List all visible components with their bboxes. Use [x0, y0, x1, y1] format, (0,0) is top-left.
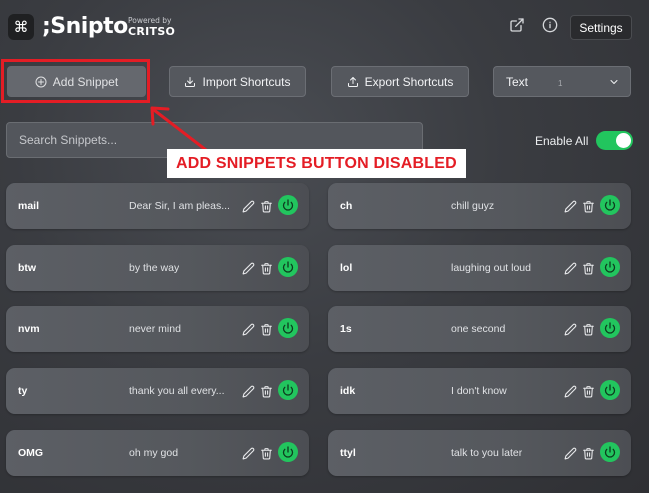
trash-icon[interactable] — [260, 383, 273, 398]
external-link-icon[interactable] — [509, 17, 525, 33]
snippet-type-count: 1 — [558, 78, 563, 88]
power-toggle-icon[interactable] — [278, 195, 298, 215]
annotation-arrow-icon — [150, 106, 208, 152]
snippet-shortcut: ch — [340, 200, 353, 212]
snippet-shortcut: idk — [340, 385, 356, 397]
trash-icon[interactable] — [582, 321, 595, 336]
snippet-text: laughing out loud — [451, 262, 531, 274]
snippet-shortcut: mail — [18, 200, 40, 212]
snippet-type-select[interactable]: Text 1 — [493, 66, 631, 97]
upload-icon — [347, 76, 358, 87]
import-shortcuts-label: Import Shortcuts — [202, 74, 291, 89]
edit-icon[interactable] — [242, 260, 255, 275]
snippet-text: by the way — [129, 262, 180, 274]
snippet-shortcut: 1s — [340, 323, 352, 335]
brand-name: ;Snipto — [42, 14, 128, 39]
snippet-shortcut: btw — [18, 262, 37, 274]
snippet-shortcut: ty — [18, 385, 28, 397]
snippet-card[interactable]: mail Dear Sir, I am pleas... — [6, 183, 309, 229]
snippet-text: Dear Sir, I am pleas... — [129, 200, 230, 212]
power-toggle-icon[interactable] — [278, 318, 298, 338]
snippet-card[interactable]: ty thank you all every... — [6, 368, 309, 414]
snippet-card[interactable]: nvm never mind — [6, 306, 309, 352]
annotation-label: ADD SNIPPETS BUTTON DISABLED — [167, 149, 466, 178]
enable-all-label: Enable All — [535, 134, 589, 148]
snippet-card[interactable]: OMG oh my god — [6, 430, 309, 476]
power-toggle-icon[interactable] — [278, 380, 298, 400]
trash-icon[interactable] — [582, 198, 595, 213]
annotation-highlight-box — [1, 59, 150, 103]
snippet-shortcut: nvm — [18, 323, 40, 335]
trash-icon[interactable] — [582, 260, 595, 275]
trash-icon[interactable] — [582, 383, 595, 398]
logo-icon: ⌘ — [8, 14, 34, 40]
edit-icon[interactable] — [564, 383, 577, 398]
snippet-text: one second — [451, 323, 506, 335]
power-toggle-icon[interactable] — [278, 442, 298, 462]
snippet-type-value: Text 1 — [506, 74, 563, 89]
edit-icon[interactable] — [564, 445, 577, 460]
snippet-card[interactable]: ch chill guyz — [328, 183, 631, 229]
power-toggle-icon[interactable] — [600, 195, 620, 215]
power-toggle-icon[interactable] — [278, 257, 298, 277]
snippet-shortcut: ttyl — [340, 447, 356, 459]
snippet-shortcut: OMG — [18, 447, 44, 459]
trash-icon[interactable] — [260, 445, 273, 460]
trash-icon[interactable] — [582, 445, 595, 460]
company-name: CRITSO — [128, 25, 176, 38]
snippet-card[interactable]: 1s one second — [328, 306, 631, 352]
snippet-text: thank you all every... — [129, 385, 225, 397]
trash-icon[interactable] — [260, 260, 273, 275]
snippet-card[interactable]: lol laughing out loud — [328, 245, 631, 291]
snippet-card[interactable]: idk I don't know — [328, 368, 631, 414]
edit-icon[interactable] — [242, 198, 255, 213]
power-toggle-icon[interactable] — [600, 442, 620, 462]
trash-icon[interactable] — [260, 321, 273, 336]
import-shortcuts-button[interactable]: Import Shortcuts — [169, 66, 306, 97]
snippet-text: oh my god — [129, 447, 179, 459]
snippet-shortcut: lol — [340, 262, 353, 274]
download-icon — [185, 76, 196, 87]
snippet-card[interactable]: btw by the way — [6, 245, 309, 291]
powered-by-label: Powered by — [128, 16, 172, 25]
snippet-text: talk to you later — [451, 447, 523, 459]
power-toggle-icon[interactable] — [600, 380, 620, 400]
trash-icon[interactable] — [260, 198, 273, 213]
info-icon[interactable] — [542, 17, 558, 33]
snippet-text: I don't know — [451, 385, 507, 397]
power-toggle-icon[interactable] — [600, 257, 620, 277]
edit-icon[interactable] — [564, 260, 577, 275]
settings-button[interactable]: Settings — [570, 15, 632, 40]
chevron-down-icon — [610, 79, 618, 84]
snippet-text: never mind — [129, 323, 181, 335]
power-toggle-icon[interactable] — [600, 318, 620, 338]
edit-icon[interactable] — [564, 198, 577, 213]
edit-icon[interactable] — [242, 383, 255, 398]
enable-all-toggle[interactable] — [596, 131, 633, 150]
snippet-text: chill guyz — [451, 200, 495, 212]
export-shortcuts-button[interactable]: Export Shortcuts — [331, 66, 469, 97]
snippet-card[interactable]: ttyl talk to you later — [328, 430, 631, 476]
edit-icon[interactable] — [564, 321, 577, 336]
edit-icon[interactable] — [242, 321, 255, 336]
export-shortcuts-label: Export Shortcuts — [364, 74, 454, 89]
edit-icon[interactable] — [242, 445, 255, 460]
